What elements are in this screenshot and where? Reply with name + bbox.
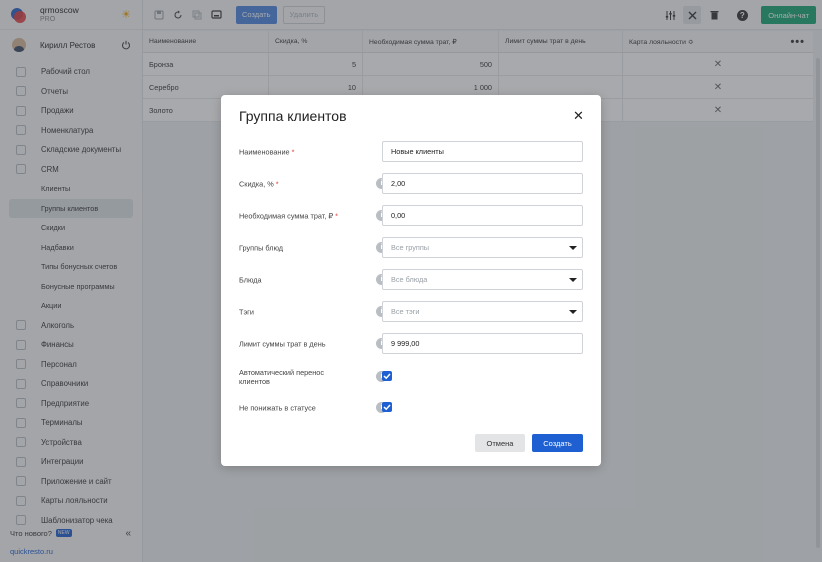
tags-placeholder: Все тэги bbox=[391, 307, 420, 316]
cancel-button[interactable]: Отмена bbox=[475, 434, 525, 452]
dishes-label: Блюда bbox=[239, 275, 262, 284]
tags-label: Тэги bbox=[239, 307, 254, 316]
no-downgrade-checkbox[interactable] bbox=[382, 402, 392, 412]
name-input[interactable]: Новые клиенты bbox=[382, 141, 583, 162]
spend-sum-row: Необходимая сумма трат, ₽ * i 0,00 bbox=[239, 205, 583, 226]
dishes-select[interactable]: Все блюда bbox=[382, 269, 583, 290]
discount-row: Скидка, % * i 2,00 bbox=[239, 173, 583, 194]
name-label: Наименование * bbox=[239, 147, 295, 156]
daily-limit-label: Лимит суммы трат в день bbox=[239, 339, 326, 348]
dishes-placeholder: Все блюда bbox=[391, 275, 428, 284]
dish-groups-row: Группы блюд i Все группы bbox=[239, 237, 583, 258]
caret-down-icon bbox=[569, 246, 577, 250]
auto-transfer-row: Автоматический перенос клиентов i bbox=[239, 366, 583, 387]
create-group-button[interactable]: Создать bbox=[532, 434, 583, 452]
spend-sum-input[interactable]: 0,00 bbox=[382, 205, 583, 226]
no-downgrade-row: Не понижать в статусе i bbox=[239, 397, 583, 418]
close-icon[interactable]: ✕ bbox=[573, 109, 584, 122]
daily-limit-row: Лимит суммы трат в день i 9 999,00 bbox=[239, 333, 583, 354]
daily-limit-input[interactable]: 9 999,00 bbox=[382, 333, 583, 354]
client-group-dialog: Группа клиентов ✕ Наименование * Новые к… bbox=[221, 95, 601, 466]
dish-groups-placeholder: Все группы bbox=[391, 243, 430, 252]
dish-groups-label: Группы блюд bbox=[239, 243, 284, 252]
dish-groups-select[interactable]: Все группы bbox=[382, 237, 583, 258]
tags-select[interactable]: Все тэги bbox=[382, 301, 583, 322]
auto-transfer-checkbox[interactable] bbox=[382, 371, 392, 381]
discount-label: Скидка, % * bbox=[239, 179, 279, 188]
auto-transfer-label: Автоматический перенос клиентов bbox=[239, 367, 324, 386]
spend-sum-label: Необходимая сумма трат, ₽ * bbox=[239, 211, 338, 220]
dialog-title: Группа клиентов bbox=[239, 108, 347, 124]
caret-down-icon bbox=[569, 310, 577, 314]
dishes-row: Блюда i Все блюда bbox=[239, 269, 583, 290]
discount-input[interactable]: 2,00 bbox=[382, 173, 583, 194]
name-row: Наименование * Новые клиенты bbox=[239, 141, 583, 162]
caret-down-icon bbox=[569, 278, 577, 282]
no-downgrade-label: Не понижать в статусе bbox=[239, 403, 316, 412]
tags-row: Тэги i Все тэги bbox=[239, 301, 583, 322]
